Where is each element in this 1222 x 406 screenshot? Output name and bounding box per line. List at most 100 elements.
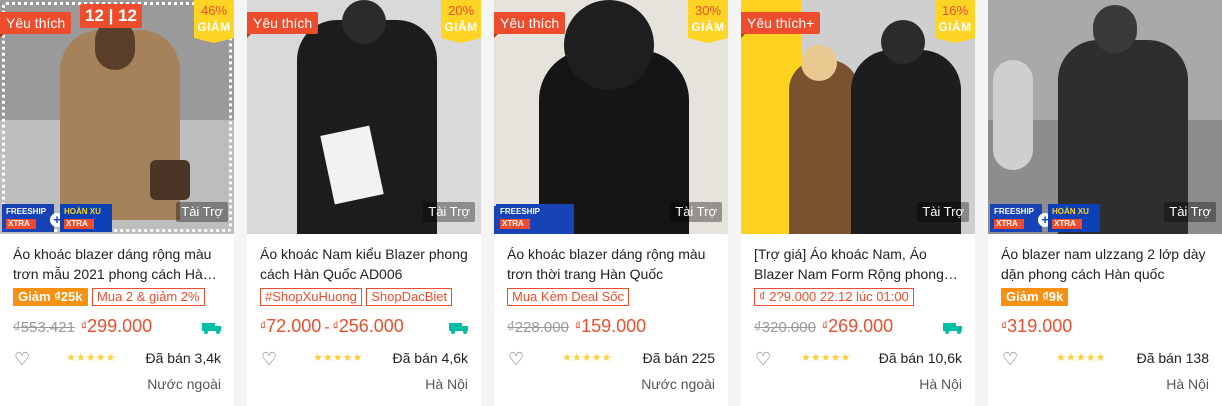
sponsored-label: Tài Trợ [1164,202,1216,222]
coin-back-sub: XTRA [64,219,94,229]
product-card[interactable]: Yêu thích+ 16% GIẢM Tài Trợ [Trợ giá] Áo… [741,0,975,406]
heart-outline-icon[interactable]: ♡ [261,350,277,368]
sold-count: Đã bán 225 [642,350,715,366]
price-row: ₫228.000 ₫159.000 [507,316,719,340]
voucher-tag: Giảm ₫25k [13,288,88,306]
rating-stars: ★★★★★ [562,352,612,364]
shop-location: Nước ngoài [147,376,221,392]
promo-tags: Giảm ₫9k [1001,288,1216,308]
discount-label: GIẢM [938,20,972,34]
freeship-sub: XTRA [994,219,1024,229]
discount-percent: 30% [694,3,722,18]
sale-price: ₫299.000 [80,316,153,336]
product-title[interactable]: Áo khoác blazer dáng rộng màu trơn thời … [507,244,717,284]
hashtag-tag: #ShopXuHuong [260,288,362,306]
favorite-tag: Yêu thích+ [741,12,821,38]
product-card[interactable]: FREESHIP XTRA + HOÀN XU XTRA Tài Trợ Áo … [988,0,1222,406]
discount-percent: 20% [447,3,475,18]
product-image[interactable]: Yêu thích+ 16% GIẢM Tài Trợ [741,0,975,234]
freeship-badge: FREESHIP XTRA [496,204,574,232]
shop-location: Hà Nội [919,376,962,392]
product-image[interactable]: 12 | 12 Yêu thích 46% GIẢM FREESHIP XTRA… [0,0,234,234]
favorite-tag: Yêu thích [247,12,319,38]
product-title[interactable]: [Trợ giá] Áo khoác Nam, Áo Blazer Nam Fo… [754,244,964,284]
coin-back-label: HOÀN XU [1052,207,1089,216]
product-title-text[interactable]: [Trợ giá] Áo khoác Nam, Áo Blazer Nam Fo… [754,244,964,284]
promo-tags: Mua Kèm Deal Sốc [507,288,722,308]
sponsored-label: Tài Trợ [670,202,722,222]
price-row: ₫320.000 ₫269.000 [754,316,966,340]
sold-count: Đã bán 10,6k [878,350,962,366]
product-image[interactable]: Yêu thích 20% GIẢM Tài Trợ [247,0,481,234]
freeship-sub: XTRA [500,219,530,229]
sale-price: ₫319.000 [1001,316,1073,336]
original-price: ₫228.000 [507,319,569,336]
rating-stars: ★★★★★ [801,352,851,364]
heart-outline-icon[interactable]: ♡ [14,350,30,368]
freeship-sub: XTRA [6,219,36,229]
product-image[interactable]: Yêu thích 30% GIẢM FREESHIP XTRA Tài Trợ [494,0,728,234]
discount-label: GIẢM [197,20,231,34]
product-card[interactable]: 12 | 12 Yêu thích 46% GIẢM FREESHIP XTRA… [0,0,234,406]
freeship-label: FREESHIP [500,207,541,216]
coin-back-label: HOÀN XU [64,207,101,216]
sale-price: ₫159.000 [574,316,647,336]
freeship-badge: FREESHIP XTRA [990,204,1042,232]
product-title[interactable]: Áo khoác blazer dáng rộng màu trơn mẫu 2… [13,244,223,284]
coin-back-badge: HOÀN XU XTRA [60,204,112,232]
flash-sale-tag: ₫ 2?9.000 22.12 lúc 01:00 [754,288,914,306]
bundle-deal-tag: Mua 2 & giảm 2% [91,288,205,306]
discount-percent: 46% [200,3,228,18]
rating-stars: ★★★★★ [313,352,363,364]
price-max: ₫256.000 [332,316,404,336]
product-image[interactable]: FREESHIP XTRA + HOÀN XU XTRA Tài Trợ [988,0,1222,234]
shop-tag: ShopDacBiet [366,288,453,306]
promo-tags: Giảm ₫25k Mua 2 & giảm 2% [13,288,228,308]
favorite-tag: Yêu thích [494,12,566,38]
rating-stars: ★★★★★ [1056,352,1106,364]
event-badge: 12 | 12 [80,4,142,28]
free-shipping-truck-icon [202,323,221,334]
sponsored-label: Tài Trợ [423,202,475,222]
sold-count: Đã bán 4,6k [392,350,469,366]
discount-badge: 30% GIẢM [688,0,728,43]
discount-badge: 46% GIẢM [194,0,234,43]
heart-outline-icon[interactable]: ♡ [1002,350,1018,368]
price-row: ₫553.421 ₫299.000 [13,316,225,340]
sponsored-label: Tài Trợ [917,202,969,222]
price-min: ₫72.000 [260,316,322,336]
price-range-dash: - [324,319,330,336]
favorite-tag: Yêu thích [0,12,72,38]
freeship-label: FREESHIP [6,207,47,216]
freeship-badge: FREESHIP XTRA [2,204,54,232]
discount-label: GIẢM [691,20,725,34]
free-shipping-truck-icon [943,323,962,334]
coin-back-badge: HOÀN XU XTRA [1048,204,1100,232]
product-title[interactable]: Áo blazer nam ulzzang 2 lớp dày dặn phon… [1001,244,1211,284]
coin-back-sub: XTRA [1052,219,1082,229]
sold-count: Đã bán 138 [1136,350,1209,366]
shop-location: Nước ngoài [641,376,715,392]
discount-badge: 16% GIẢM [935,0,975,43]
shop-location: Hà Nội [425,376,468,392]
original-price: ₫320.000 [754,319,816,336]
price-row: ₫319.000 [1001,316,1213,340]
sponsored-label: Tài Trợ [176,202,228,222]
discount-badge: 20% GIẢM [441,0,481,43]
price-row: ₫72.000- ₫256.000 [260,316,472,340]
original-price: ₫553.421 [13,319,75,336]
product-title-text[interactable]: Áo khoác blazer dáng rộng màu trơn thời … [507,244,717,284]
product-title-text[interactable]: Áo khoác blazer dáng rộng màu trơn mẫu 2… [13,244,223,284]
discount-percent: 16% [941,3,969,18]
product-title-text[interactable]: Áo khoác Nam kiểu Blazer phong cách Hàn … [260,244,470,284]
product-title[interactable]: Áo khoác Nam kiểu Blazer phong cách Hàn … [260,244,470,284]
voucher-tag: Giảm ₫9k [1001,288,1069,306]
heart-outline-icon[interactable]: ♡ [755,350,771,368]
deal-tag: Mua Kèm Deal Sốc [507,288,629,306]
heart-outline-icon[interactable]: ♡ [508,350,524,368]
product-card[interactable]: Yêu thích 20% GIẢM Tài Trợ Áo khoác Nam … [247,0,481,406]
product-card[interactable]: Yêu thích 30% GIẢM FREESHIP XTRA Tài Trợ… [494,0,728,406]
sale-price: ₫269.000 [821,316,894,336]
product-title-text[interactable]: Áo blazer nam ulzzang 2 lớp dày dặn phon… [1001,244,1211,284]
shop-location: Hà Nội [1166,376,1209,392]
